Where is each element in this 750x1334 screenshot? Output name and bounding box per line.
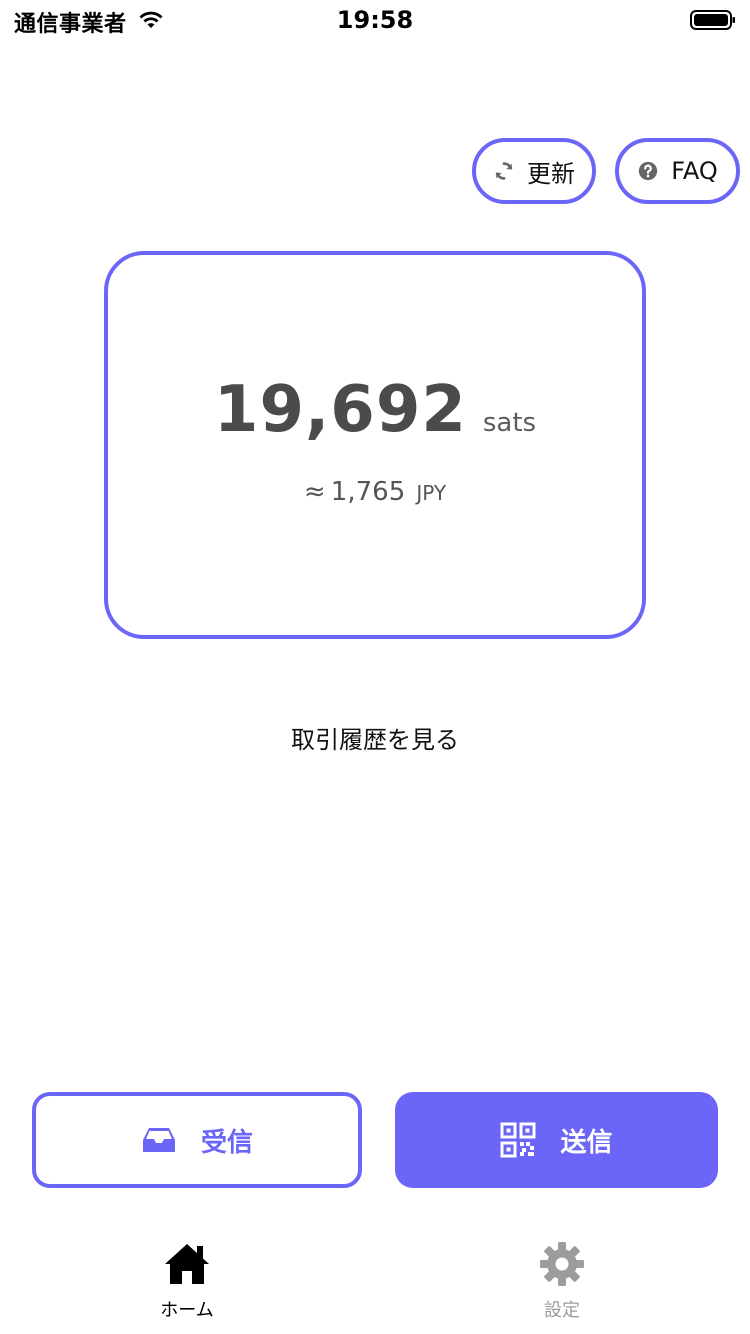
battery-icon	[690, 10, 735, 30]
update-button-label: 更新	[527, 159, 575, 188]
status-bar: 通信事業者 19:58	[0, 0, 750, 40]
fiat-value: 1,765	[330, 477, 406, 507]
approx-symbol: ≈	[303, 477, 326, 507]
faq-button-label: FAQ	[671, 157, 718, 185]
home-icon	[165, 1244, 209, 1284]
tab-home[interactable]: ホーム	[112, 1240, 262, 1330]
balance-card: 19,692 sats ≈ 1,765 JPY	[104, 251, 646, 639]
question-circle-icon	[637, 160, 659, 182]
balance-unit: sats	[482, 408, 537, 438]
tab-settings-label: 設定	[544, 1300, 580, 1321]
fiat-currency: JPY	[416, 481, 447, 505]
gear-icon	[540, 1242, 584, 1286]
send-button[interactable]: 送信	[395, 1092, 718, 1188]
transaction-history-link[interactable]: 取引履歴を見る	[0, 720, 750, 755]
update-button[interactable]: 更新	[472, 138, 596, 204]
inbox-icon	[141, 1122, 177, 1158]
balance-amount: 19,692	[213, 373, 467, 447]
send-button-label: 送信	[560, 1127, 613, 1158]
qr-code-icon	[500, 1122, 536, 1158]
status-time: 19:58	[336, 6, 414, 34]
refresh-icon	[493, 160, 515, 182]
tab-settings[interactable]: 設定	[487, 1240, 637, 1330]
balance-row: 19,692 sats	[108, 373, 642, 447]
receive-button-label: 受信	[200, 1127, 253, 1158]
tab-home-label: ホーム	[160, 1300, 214, 1321]
faq-button[interactable]: FAQ	[615, 138, 740, 204]
fiat-equivalent: ≈ 1,765 JPY	[108, 477, 642, 507]
receive-button[interactable]: 受信	[32, 1092, 362, 1188]
